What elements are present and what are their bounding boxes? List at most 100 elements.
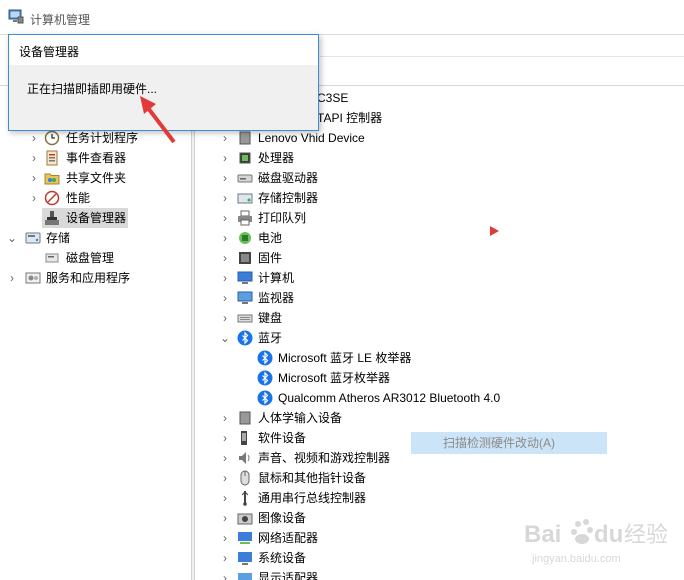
- device-category[interactable]: › 人体学输入设备: [195, 408, 675, 428]
- svg-text:经验: 经验: [624, 523, 668, 548]
- pointer-marker-icon: [490, 226, 499, 236]
- chevron-right-icon[interactable]: ›: [219, 508, 231, 528]
- chevron-right-icon[interactable]: ›: [219, 428, 231, 448]
- device-category[interactable]: ⌄ 蓝牙: [195, 328, 675, 348]
- services-icon: [25, 272, 41, 284]
- device-category[interactable]: › 处理器: [195, 148, 675, 168]
- window-title: 计算机管理: [30, 13, 91, 27]
- chevron-right-icon[interactable]: ›: [6, 268, 18, 288]
- network-icon: [238, 532, 252, 544]
- device-category[interactable]: › 通用串行总线控制器: [195, 488, 675, 508]
- chevron-right-icon[interactable]: ›: [219, 228, 231, 248]
- baidu-watermark-logo: Bai du 经验 jingyan.baidu.com: [524, 519, 668, 565]
- tree-item-disk-management[interactable]: 磁盘管理: [0, 248, 191, 268]
- hid-icon: [239, 131, 251, 145]
- device-category[interactable]: › 鼠标和其他指针设备: [195, 468, 675, 488]
- chevron-right-icon[interactable]: ›: [28, 168, 40, 188]
- usb-icon: [241, 491, 249, 506]
- chevron-right-icon[interactable]: ›: [219, 268, 231, 288]
- chevron-right-icon[interactable]: ›: [219, 408, 231, 428]
- device-label: 打印队列: [258, 211, 307, 225]
- chevron-right-icon[interactable]: ›: [219, 308, 231, 328]
- tree-item-performance[interactable]: › 性能: [0, 188, 191, 208]
- chevron-right-icon[interactable]: ›: [219, 548, 231, 568]
- device-item[interactable]: Microsoft 蓝牙 LE 枚举器: [195, 348, 675, 368]
- partial-row: TAPI 控制器: [317, 111, 383, 125]
- device-label: Lenovo Vhid Device: [258, 131, 365, 145]
- chevron-right-icon[interactable]: ›: [219, 468, 231, 488]
- camera-icon: [237, 513, 253, 525]
- chevron-right-icon[interactable]: ›: [219, 568, 231, 580]
- device-label: 软件设备: [258, 431, 307, 445]
- chevron-right-icon[interactable]: ›: [28, 128, 40, 148]
- device-manager-icon: [45, 211, 59, 225]
- disk-management-icon: [45, 253, 59, 263]
- chevron-right-icon[interactable]: ›: [219, 148, 231, 168]
- keyboard-icon: [237, 314, 253, 323]
- tree-item-device-manager[interactable]: 设备管理器: [42, 208, 128, 228]
- device-item[interactable]: Qualcomm Atheros AR3012 Bluetooth 4.0: [195, 388, 675, 408]
- chevron-right-icon[interactable]: ›: [219, 168, 231, 188]
- device-label: 蓝牙: [258, 331, 283, 345]
- hid-icon: [239, 411, 251, 425]
- device-label: 计算机: [258, 271, 295, 285]
- computer-management-icon: [8, 9, 24, 24]
- device-label: 通用串行总线控制器: [258, 491, 367, 505]
- computer-icon: [237, 271, 253, 284]
- disk-drive-icon: [237, 174, 253, 183]
- annotation-arrow-icon: [140, 96, 176, 144]
- chevron-right-icon[interactable]: ›: [219, 528, 231, 548]
- chevron-down-icon[interactable]: ⌄: [219, 328, 231, 348]
- device-label: 显示适配器: [258, 571, 319, 580]
- device-label: 固件: [258, 251, 283, 265]
- partial-row: C3SE: [317, 91, 349, 105]
- device-label: 系统设备: [258, 551, 307, 565]
- performance-icon: [44, 190, 60, 206]
- battery-icon: [239, 232, 251, 244]
- tree-item-label: 事件查看器: [66, 151, 127, 165]
- device-category[interactable]: › 计算机: [195, 268, 675, 288]
- tree-item-storage[interactable]: ⌄ 存储: [0, 228, 191, 248]
- chevron-right-icon[interactable]: ›: [219, 128, 231, 148]
- bluetooth-icon: [257, 390, 273, 406]
- bluetooth-icon: [237, 330, 253, 346]
- chevron-right-icon[interactable]: ›: [219, 288, 231, 308]
- bluetooth-icon: [257, 370, 273, 386]
- tree-item-label: 性能: [66, 191, 91, 205]
- chevron-right-icon[interactable]: ›: [219, 208, 231, 228]
- dialog-title: 设备管理器: [19, 45, 80, 59]
- device-category[interactable]: › 存储控制器: [195, 188, 675, 208]
- chevron-right-icon[interactable]: ›: [219, 448, 231, 468]
- device-label: 电池: [258, 231, 283, 245]
- scan-hardware-menu-item[interactable]: 扫描检测硬件改动(A): [411, 432, 607, 454]
- bluetooth-icon: [257, 350, 273, 366]
- tree-item-label: 共享文件夹: [66, 171, 127, 185]
- device-category[interactable]: › 打印队列: [195, 208, 675, 228]
- device-item[interactable]: Microsoft 蓝牙枚举器: [195, 368, 675, 388]
- chevron-right-icon[interactable]: ›: [219, 248, 231, 268]
- device-category[interactable]: › 键盘: [195, 308, 675, 328]
- chevron-right-icon[interactable]: ›: [219, 488, 231, 508]
- device-label: 键盘: [258, 311, 283, 325]
- device-category[interactable]: › Lenovo Vhid Device: [195, 128, 675, 148]
- device-label: 人体学输入设备: [258, 411, 343, 425]
- event-viewer-icon: [46, 150, 58, 166]
- chevron-down-icon[interactable]: ⌄: [6, 228, 18, 248]
- clock-icon: [44, 130, 60, 146]
- menu-separator: [320, 56, 684, 57]
- svg-text:du: du: [594, 521, 623, 548]
- chevron-right-icon[interactable]: ›: [28, 188, 40, 208]
- dialog-titlebar: 设备管理器: [9, 35, 318, 65]
- device-category[interactable]: › 电池: [195, 228, 675, 248]
- device-category[interactable]: › 监视器: [195, 288, 675, 308]
- tree-item-shared-folders[interactable]: › 共享文件夹: [0, 168, 191, 188]
- tree-item-event-viewer[interactable]: › 事件查看器: [0, 148, 191, 168]
- chevron-right-icon[interactable]: ›: [219, 188, 231, 208]
- tree-item-services-apps[interactable]: › 服务和应用程序: [0, 268, 191, 288]
- device-category[interactable]: › 磁盘驱动器: [195, 168, 675, 188]
- firmware-icon: [239, 252, 251, 264]
- device-category[interactable]: › 固件: [195, 248, 675, 268]
- chevron-right-icon[interactable]: ›: [28, 148, 40, 168]
- device-label: Microsoft 蓝牙 LE 枚举器: [278, 351, 412, 365]
- device-label: 鼠标和其他指针设备: [258, 471, 367, 485]
